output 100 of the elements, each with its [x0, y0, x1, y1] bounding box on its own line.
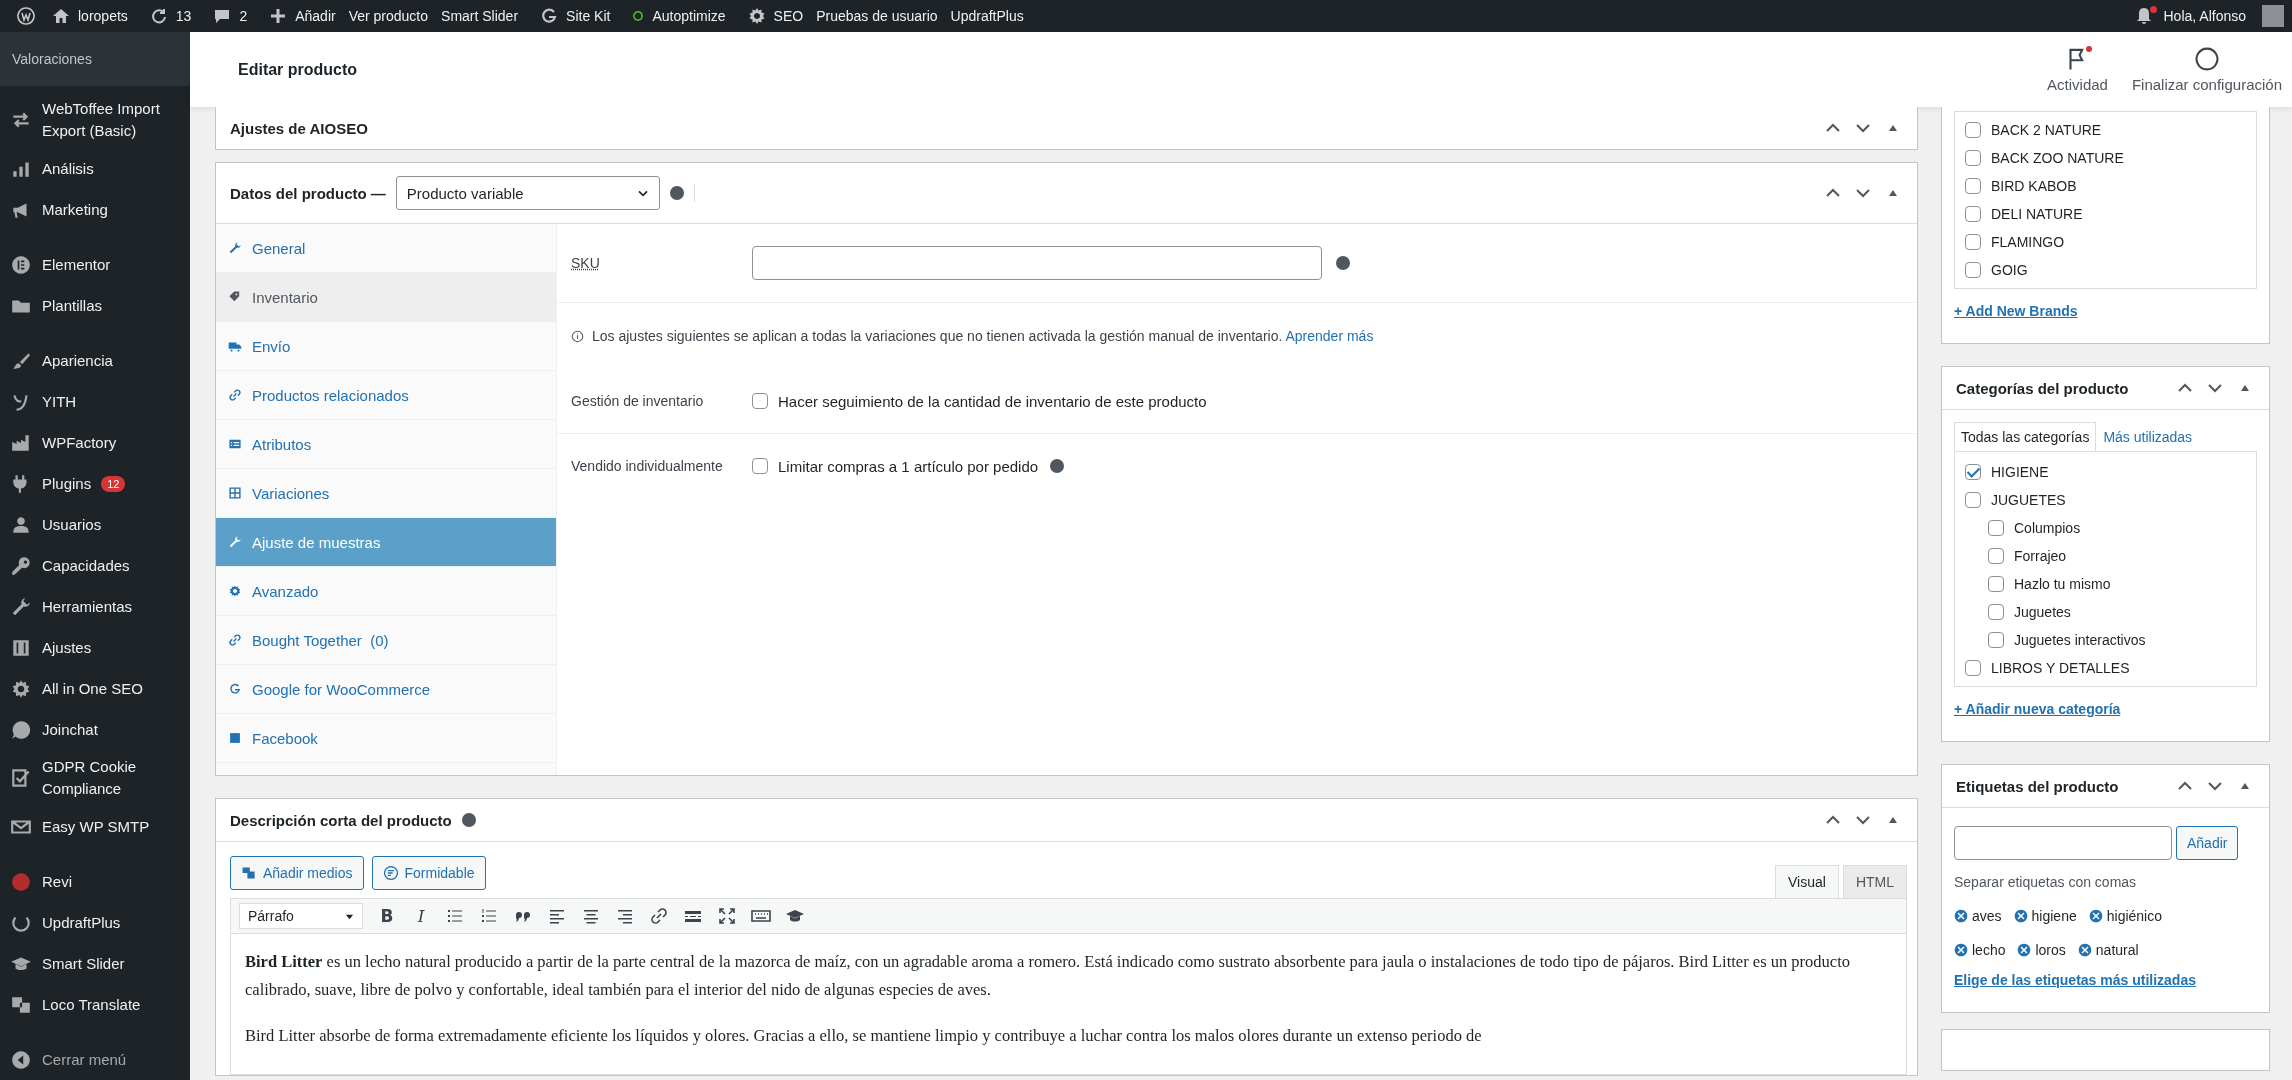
category-tab[interactable]: Todas las categorías — [1954, 422, 2097, 451]
home-icon[interactable] — [51, 6, 71, 26]
menu-item[interactable]: Usuarios — [42, 513, 102, 536]
editor-tab[interactable]: Visual — [1775, 865, 1839, 898]
submenu-item[interactable]: Valoraciones — [12, 51, 92, 67]
product-data-tab[interactable]: Productos relacionados — [216, 371, 556, 420]
menu-item[interactable]: Apariencia — [42, 349, 113, 372]
checkbox[interactable] — [1988, 604, 2004, 620]
toolbar-link[interactable]: Autoptimize — [652, 8, 726, 24]
checkbox[interactable] — [752, 393, 768, 409]
category-tab[interactable]: Más utilizadas — [2096, 422, 2200, 451]
menu-item[interactable]: GDPR Cookie Compliance — [42, 756, 182, 800]
menu-item[interactable]: Análisis — [42, 157, 94, 180]
toolbar-link[interactable]: Site Kit — [566, 8, 611, 24]
menu-item[interactable]: Smart Slider — [42, 952, 125, 975]
menu-item[interactable]: WPFactory — [42, 431, 117, 454]
checkbox[interactable] — [1965, 178, 1981, 194]
checkbox[interactable] — [1988, 520, 2004, 536]
checkbox[interactable] — [1988, 576, 2004, 592]
menu-item[interactable]: Plugins — [42, 472, 92, 495]
chat-icon[interactable] — [10, 718, 32, 741]
remove-icon[interactable] — [2017, 943, 2032, 957]
toolbar-link[interactable]: SEO — [773, 8, 804, 24]
checkbox[interactable] — [1965, 262, 1981, 278]
checkbox[interactable] — [1965, 464, 1981, 480]
menu-item[interactable]: YITH — [42, 390, 77, 413]
toolbar-link[interactable]: Añadir — [295, 8, 336, 24]
add-category-link[interactable]: + Añadir nueva categoría — [1954, 701, 2121, 717]
checkbox[interactable] — [1988, 632, 2004, 648]
product-data-tab[interactable]: Envío — [216, 322, 556, 371]
popular-tags-link[interactable]: Elige de las etiquetas más utilizadas — [1954, 972, 2196, 988]
checkbox-icon[interactable] — [10, 767, 32, 789]
product-data-tab[interactable]: Avanzado — [216, 567, 556, 616]
toolbar-link[interactable]: Smart Slider — [441, 8, 519, 24]
checkbox[interactable] — [1965, 492, 1981, 508]
toolbar-link[interactable]: Pruebas de usuario — [816, 8, 938, 24]
status-ring-icon[interactable] — [631, 9, 646, 23]
checkbox[interactable] — [1965, 150, 1981, 166]
menu-item[interactable]: All in One SEO — [42, 677, 143, 700]
remove-icon[interactable] — [1954, 909, 1968, 923]
format-select[interactable]: Párrafo — [239, 903, 363, 929]
comments-count[interactable]: 2 — [239, 8, 248, 24]
user-greeting[interactable]: Hola, Alfonso — [2163, 8, 2246, 24]
menu-item[interactable]: Revi — [42, 870, 72, 893]
product-data-tab[interactable]: Bought Together (0) — [216, 616, 556, 665]
site-link[interactable]: loropets — [78, 8, 128, 24]
panel-title[interactable]: Ajustes de AIOSEO — [230, 119, 368, 137]
learn-more-link[interactable]: Aprender más — [1285, 328, 1374, 344]
product-data-tab[interactable]: Atributos — [216, 420, 556, 469]
help-icon[interactable] — [1050, 459, 1065, 473]
tag-field[interactable] — [1954, 826, 2172, 860]
collapse-menu-link[interactable]: Cerrar menú — [42, 1048, 127, 1071]
circle-logo-icon[interactable] — [16, 6, 36, 26]
key-icon[interactable] — [10, 554, 32, 577]
menu-item[interactable]: Joinchat — [42, 718, 98, 741]
sku-field[interactable] — [752, 246, 1322, 280]
product-data-tab[interactable]: Google for WooCommerce — [216, 665, 556, 714]
product-type-select[interactable]: Producto variable — [395, 176, 660, 210]
collapse-icon[interactable] — [10, 1048, 32, 1071]
toolbar-link[interactable]: Ver producto — [348, 8, 429, 24]
gear-icon[interactable] — [746, 6, 767, 26]
header-action[interactable]: Finalizar configuración — [2131, 76, 2282, 93]
checkbox[interactable] — [1988, 548, 2004, 564]
checkbox[interactable] — [752, 458, 768, 474]
link-icon[interactable] — [649, 906, 669, 926]
menu-item[interactable]: Marketing — [42, 198, 108, 221]
menu-item[interactable]: Loco Translate — [42, 993, 141, 1016]
toolbar-link[interactable]: UpdraftPlus — [950, 8, 1024, 24]
remove-icon[interactable] — [2088, 909, 2103, 923]
remove-icon[interactable] — [2013, 909, 2028, 923]
menu-item[interactable]: Herramientas — [42, 595, 133, 618]
menu-item[interactable]: Capacidades — [42, 554, 130, 577]
menu-item[interactable]: Easy WP SMTP — [42, 815, 150, 838]
help-icon[interactable] — [461, 813, 476, 827]
help-icon[interactable] — [669, 186, 684, 200]
bold-button[interactable]: B — [377, 906, 397, 926]
menu-item[interactable]: Ajustes — [42, 636, 92, 659]
checkbox[interactable] — [1965, 660, 1981, 676]
menu-item[interactable]: Elementor — [42, 253, 111, 276]
menu-item[interactable]: Plantillas — [42, 294, 103, 317]
checkbox[interactable] — [1965, 122, 1981, 138]
checkbox[interactable] — [1965, 234, 1981, 250]
editor-button[interactable]: Añadir medios — [230, 856, 364, 890]
product-data-tab[interactable]: Facebook — [216, 714, 556, 763]
menu-item[interactable]: WebToffee Import Export (Basic) — [42, 98, 182, 142]
elementor-icon[interactable] — [10, 253, 32, 276]
italic-button[interactable]: I — [411, 906, 431, 926]
remove-icon[interactable] — [1954, 943, 1968, 957]
remove-icon[interactable] — [2077, 943, 2092, 957]
help-icon[interactable] — [1336, 256, 1350, 270]
fullscreen-icon[interactable] — [717, 906, 737, 926]
add-tag-button[interactable]: Añadir — [2176, 826, 2239, 860]
product-data-tab[interactable]: Inventario — [216, 273, 556, 322]
add-brand-link[interactable]: + Add New Brands — [1954, 303, 2078, 319]
updates-count[interactable]: 13 — [175, 8, 192, 24]
wrench-icon[interactable] — [10, 595, 32, 618]
circle-icon[interactable] — [2193, 46, 2220, 72]
editor-button[interactable]: Formidable — [371, 856, 486, 890]
checkbox[interactable] — [1965, 206, 1981, 222]
menu-item[interactable]: UpdraftPlus — [42, 911, 121, 934]
